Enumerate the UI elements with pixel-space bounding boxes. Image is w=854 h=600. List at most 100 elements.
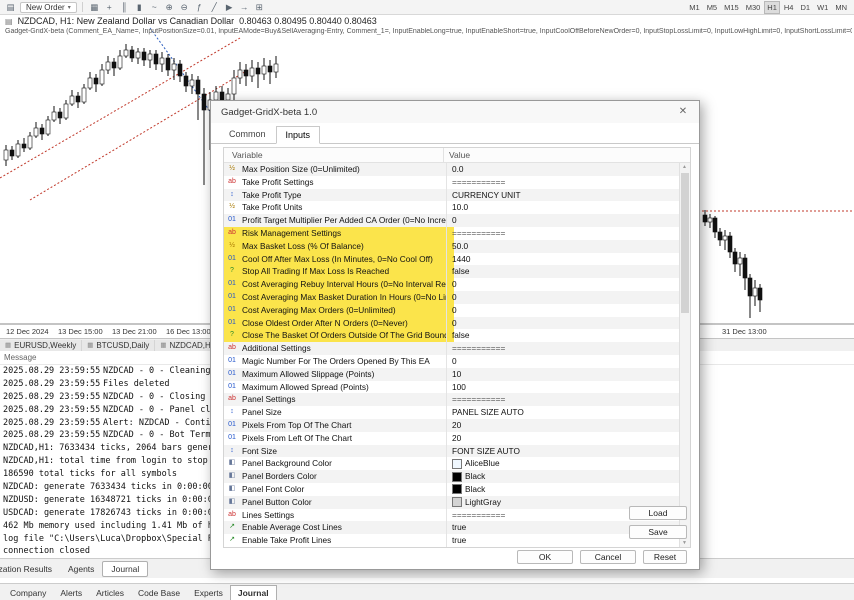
input-value[interactable]: false [447, 329, 690, 342]
new-order-button[interactable]: New Order ▾ [20, 1, 77, 13]
new-window-icon[interactable]: ▤ [4, 1, 17, 14]
input-value[interactable]: =========== [447, 393, 690, 406]
input-value[interactable]: 0 [447, 214, 690, 227]
input-row[interactable]: 01 Cost Averaging Max Basket Duration In … [224, 290, 690, 304]
input-row[interactable]: ↕ Take Profit Type CURRENCY UNIT [224, 188, 690, 202]
cancel-button[interactable]: Cancel [580, 550, 636, 564]
dialog-titlebar[interactable]: Gadget-GridX-beta 1.0 ✕ [211, 101, 699, 123]
input-row[interactable]: 01 Pixels From Top Of The Chart 20 [224, 418, 690, 432]
input-row[interactable]: 01 Cost Averaging Max Orders (0=Unlimited… [224, 303, 690, 317]
tester-tab-journal[interactable]: Journal [102, 560, 149, 577]
table-scrollbar[interactable]: ▲ ▼ [679, 163, 690, 547]
load-button[interactable]: Load [629, 506, 687, 520]
zoom-in-icon[interactable]: ⊕ [163, 1, 176, 14]
timeframe-m5[interactable]: M5 [704, 1, 720, 14]
input-value[interactable]: =========== [447, 342, 690, 355]
input-row[interactable]: ↗ Enable Average Cost Lines true [224, 521, 690, 535]
input-value[interactable]: PANEL SIZE AUTO [447, 406, 690, 419]
toolbox-tab-articles[interactable]: Articles [89, 586, 131, 600]
tab-common[interactable]: Common [219, 125, 276, 143]
input-row[interactable]: ◧ Panel Borders Color Black [224, 470, 690, 483]
timeframe-m15[interactable]: M15 [721, 1, 742, 14]
tester-tab-optimization-results[interactable]: Optimization Results [0, 562, 60, 576]
input-value[interactable]: 20 [447, 432, 690, 445]
timeframe-w1[interactable]: W1 [814, 1, 831, 14]
input-row[interactable]: ab Take Profit Settings =========== [224, 175, 690, 189]
input-row[interactable]: ◧ Panel Font Color Black [224, 482, 690, 496]
input-value[interactable]: 0 [447, 355, 690, 368]
input-row[interactable]: ◧ Panel Background Color AliceBlue [224, 457, 690, 471]
toolbox-tab-experts[interactable]: Experts [187, 586, 230, 600]
bar-chart-icon[interactable]: ║ [118, 1, 131, 14]
candlestick-chart-icon[interactable]: ▮ [133, 1, 146, 14]
toolbox-tab-company[interactable]: Company [3, 586, 53, 600]
input-value[interactable]: 0 [447, 278, 690, 291]
input-row[interactable]: ab Risk Management Settings =========== [224, 226, 690, 240]
zoom-out-icon[interactable]: ⊖ [178, 1, 191, 14]
timeframe-h1[interactable]: H1 [764, 0, 780, 14]
input-value[interactable]: AliceBlue [447, 457, 690, 470]
reset-button[interactable]: Reset [643, 550, 687, 564]
input-value[interactable]: 1440 [447, 253, 690, 266]
input-row[interactable]: ↗ Enable Take Profit Lines true [224, 534, 690, 547]
input-row[interactable]: ab Panel Settings =========== [224, 393, 690, 407]
input-row[interactable]: ◧ Panel Button Color LightGray [224, 495, 690, 509]
input-value[interactable]: false [447, 265, 690, 278]
timeframe-m1[interactable]: M1 [686, 1, 702, 14]
input-value[interactable]: 0 [447, 304, 690, 317]
input-row[interactable]: 01 Cost Averaging Rebuy Interval Hours (0… [224, 278, 690, 291]
timeframe-m30[interactable]: M30 [743, 1, 764, 14]
column-header-variable[interactable]: Variable [224, 148, 444, 162]
input-row[interactable]: ½ Take Profit Units 10.0 [224, 201, 690, 215]
input-value[interactable]: 10 [447, 368, 690, 381]
timeframe-d1[interactable]: D1 [797, 1, 813, 14]
input-value[interactable]: 0.0 [447, 163, 690, 176]
input-row[interactable]: 01 Close Oldest Order After N Orders (0=N… [224, 316, 690, 330]
toolbox-tab-code-base[interactable]: Code Base [131, 586, 187, 600]
tester-tab-agents[interactable]: Agents [60, 562, 102, 576]
input-row[interactable]: ↕ Font Size FONT SIZE AUTO [224, 444, 690, 458]
new-chart-icon[interactable]: ▦ [88, 1, 101, 14]
crosshair-icon[interactable]: + [103, 1, 116, 14]
input-value[interactable]: 0 [447, 291, 690, 304]
chart-shift-icon[interactable]: → [238, 1, 251, 14]
indicators-icon[interactable]: ƒ [193, 1, 206, 14]
input-value[interactable]: Black [447, 483, 690, 496]
tile-windows-icon[interactable]: ⊞ [253, 1, 266, 14]
input-row[interactable]: 01 Maximum Allowed Slippage (Points) 10 [224, 367, 690, 381]
input-value[interactable]: 10.0 [447, 201, 690, 214]
timeframe-h4[interactable]: H4 [781, 1, 797, 14]
column-header-value[interactable]: Value [444, 148, 690, 162]
input-row[interactable]: ab Additional Settings =========== [224, 342, 690, 355]
toolbox-tab-alerts[interactable]: Alerts [53, 586, 89, 600]
ok-button[interactable]: OK [517, 550, 573, 564]
input-value[interactable]: =========== [447, 176, 690, 189]
autoscroll-icon[interactable]: ▶ [223, 1, 236, 14]
input-row[interactable]: ? Stop All Trading If Max Loss Is Reached… [224, 265, 690, 279]
tab-inputs[interactable]: Inputs [275, 126, 321, 144]
input-value[interactable]: =========== [447, 227, 690, 240]
input-row[interactable]: 01 Maximum Allowed Spread (Points) 100 [224, 380, 690, 394]
save-button[interactable]: Save [629, 525, 687, 539]
draw-line-icon[interactable]: ╱ [208, 1, 221, 14]
input-row[interactable]: ↕ Panel Size PANEL SIZE AUTO [224, 406, 690, 419]
input-value[interactable]: 100 [447, 381, 690, 394]
input-value[interactable]: 20 [447, 419, 690, 432]
input-value[interactable]: 50.0 [447, 240, 690, 253]
scroll-down-icon[interactable]: ▼ [680, 540, 689, 546]
input-row[interactable]: ½ Max Basket Loss (% Of Balance) 50.0 [224, 239, 690, 253]
close-icon[interactable]: ✕ [667, 101, 699, 123]
input-value[interactable]: FONT SIZE AUTO [447, 445, 690, 458]
scroll-up-icon[interactable]: ▲ [680, 164, 689, 170]
input-value[interactable]: Black [447, 470, 690, 483]
timeframe-mn[interactable]: MN [832, 1, 850, 14]
toolbox-tab-journal[interactable]: Journal [229, 585, 277, 600]
input-row[interactable]: 01 Profit Target Multiplier Per Added CA … [224, 214, 690, 227]
input-row[interactable]: ? Close The Basket Of Orders Outside Of T… [224, 329, 690, 343]
input-row[interactable]: 01 Magic Number For The Orders Opened By … [224, 354, 690, 368]
input-value[interactable]: 0 [447, 317, 690, 330]
input-row[interactable]: 01 Cool Off After Max Loss (In Minutes, 0… [224, 252, 690, 266]
input-value[interactable]: CURRENCY UNIT [447, 189, 690, 202]
input-row[interactable]: 01 Pixels From Left Of The Chart 20 [224, 431, 690, 445]
input-row[interactable]: ½ Max Position Size (0=Unlimited) 0.0 [224, 163, 690, 176]
